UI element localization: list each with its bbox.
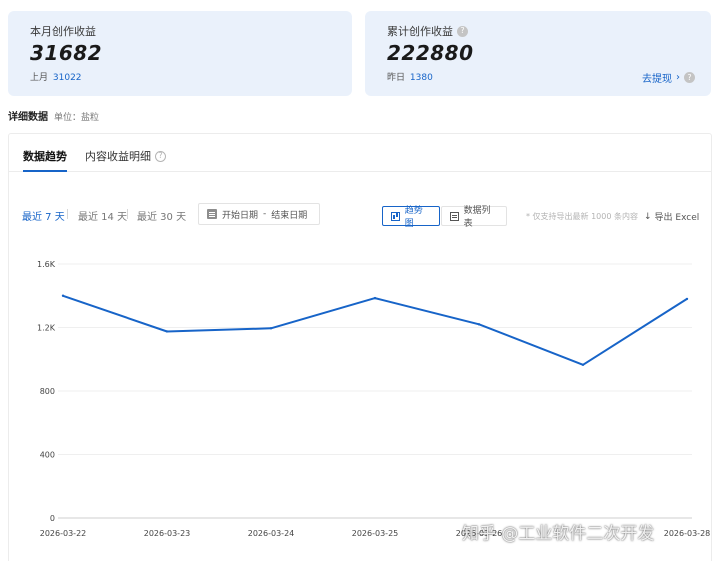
- chart-icon: [391, 211, 400, 221]
- trend-line-chart: 0 400 800 1.2K 1.6K 2026-03-22 2026-03-23 2026-…: [37, 260, 711, 538]
- export-excel-button[interactable]: ↓ 导出 Excel: [644, 210, 700, 224]
- total-earnings-label-row: 累计创作收益 ?: [387, 23, 468, 39]
- data-point: [61, 294, 65, 297]
- calendar-icon: [207, 209, 217, 219]
- data-point: [269, 327, 273, 330]
- trend-chart-button[interactable]: 趋势图: [382, 206, 440, 229]
- x-tick-label: 2026-03-25: [352, 529, 399, 538]
- x-tick-label: 2026-03-22: [40, 529, 87, 538]
- withdraw-link[interactable]: 去提现 › ?: [642, 70, 695, 85]
- x-tick-label: 2026-03-23: [144, 529, 191, 538]
- detail-header: 详细数据 单位：盐粒: [8, 108, 99, 123]
- y-tick-label: 800: [40, 387, 55, 396]
- tab-content-earnings-label: 内容收益明细: [85, 150, 151, 163]
- data-list-label: 数据列表: [463, 206, 491, 229]
- y-tick-label: 400: [40, 451, 55, 460]
- divider: [127, 209, 128, 219]
- help-icon[interactable]: ?: [684, 72, 695, 83]
- data-point: [685, 297, 689, 301]
- divider: [67, 209, 68, 219]
- help-icon[interactable]: ?: [457, 25, 468, 37]
- total-earnings-card: 累计创作收益 ? 222880 昨日 1380 去提现 › ?: [365, 11, 711, 96]
- start-date-input[interactable]: 开始日期: [222, 208, 258, 221]
- tab-data-trend[interactable]: 数据趋势: [23, 148, 67, 172]
- trend-chart-label: 趋势图: [404, 206, 423, 229]
- last-month-label: 上月: [30, 73, 49, 83]
- yesterday-value: 1380: [409, 73, 433, 83]
- export-excel-label: 导出 Excel: [654, 213, 700, 223]
- y-tick-label: 1.2K: [37, 324, 56, 333]
- withdraw-label: 去提现: [642, 74, 672, 85]
- data-point: [165, 330, 169, 333]
- tab-content-earnings-detail[interactable]: 内容收益明细 ?: [85, 148, 166, 164]
- y-tick-label: 0: [50, 514, 55, 523]
- yesterday-label: 昨日: [387, 73, 406, 83]
- data-point: [581, 363, 585, 367]
- last-month-earnings: 上月 31022: [30, 70, 82, 83]
- total-earnings-value: 222880: [387, 41, 474, 65]
- yesterday-earnings: 昨日 1380: [387, 70, 433, 83]
- chevron-right-icon: ›: [676, 72, 680, 83]
- tab-bar: 数据趋势 内容收益明细 ?: [9, 134, 711, 172]
- detail-title: 详细数据: [8, 112, 48, 123]
- month-earnings-label: 本月创作收益: [30, 25, 96, 38]
- data-point: [373, 296, 377, 300]
- date-range-picker[interactable]: 开始日期 - 结束日期: [198, 203, 320, 225]
- list-icon: [450, 211, 459, 221]
- help-icon[interactable]: ?: [155, 150, 166, 162]
- data-point: [477, 323, 481, 326]
- month-earnings-card: 本月创作收益 31682 上月 31022: [8, 11, 352, 96]
- data-list-button[interactable]: 数据列表: [441, 206, 507, 229]
- series-line: [62, 294, 688, 366]
- last-month-value: 31022: [52, 73, 82, 83]
- y-tick-label: 1.6K: [37, 260, 56, 269]
- detail-unit: 单位：盐粒: [54, 113, 100, 123]
- range-7-days[interactable]: 最近 7 天: [22, 208, 65, 223]
- month-earnings-value: 31682: [30, 41, 103, 65]
- x-tick-label: 2026-03-24: [248, 529, 295, 538]
- download-icon: ↓: [644, 211, 652, 222]
- range-14-days[interactable]: 最近 14 天: [78, 208, 127, 223]
- watermark: 知乎 @工业软件二次开发: [462, 524, 655, 544]
- total-earnings-label: 累计创作收益: [387, 25, 453, 38]
- x-tick-label: 2026-03-28: [664, 529, 711, 538]
- end-date-input[interactable]: 结束日期: [271, 208, 307, 221]
- range-30-days[interactable]: 最近 30 天: [137, 208, 186, 223]
- export-note: * 仅支持导出最新 1000 条内容: [526, 212, 638, 221]
- date-separator: -: [263, 209, 267, 219]
